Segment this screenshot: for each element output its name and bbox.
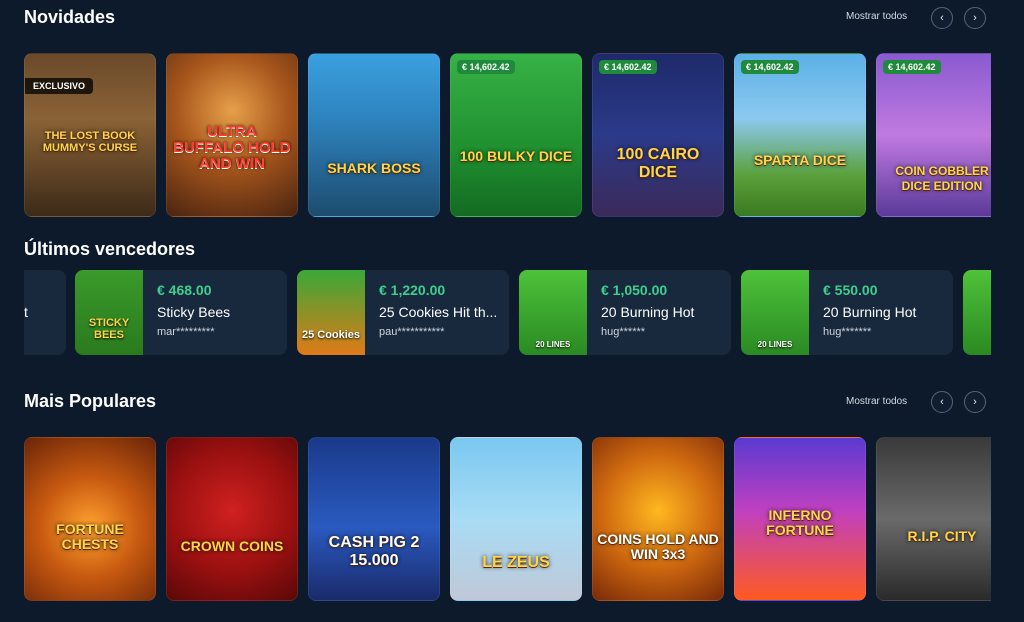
- game-card-inferno-fortune[interactable]: INFERNO FORTUNE: [734, 437, 866, 601]
- winner-amount: € 468.00: [157, 282, 212, 298]
- game-title: ULTRA BUFFALO HOLD AND WIN: [173, 123, 291, 172]
- winner-amount: € 1,220.00: [379, 282, 446, 298]
- section-title-new: Novidades: [24, 7, 116, 27]
- winner-username: hug******: [601, 326, 646, 338]
- game-title: 100 CAIRO DICE: [616, 146, 700, 181]
- winner-game-thumbnail[interactable]: 25 Cookies: [297, 270, 365, 355]
- game-title: COIN GOBBLER DICE EDITION: [895, 164, 989, 193]
- game-card-fortune-chests[interactable]: FORTUNE CHESTS: [24, 437, 156, 601]
- chevron-right-icon: ›: [973, 12, 977, 24]
- winner-amount: € 1,050.00: [601, 282, 668, 298]
- new-prev-button[interactable]: ‹: [931, 7, 953, 29]
- popular-games-row: FORTUNE CHESTS CROWN COINS CASH PIG 2 15…: [24, 437, 991, 601]
- game-card-cash-pig-2[interactable]: CASH PIG 2 15.000: [308, 437, 440, 601]
- winner-card[interactable]: 20 LINES € 1,050.00 20 Burning Hot hug**…: [519, 270, 731, 355]
- winners-row: t STICKY BEES € 468.00 Sticky Bees mar**…: [24, 270, 991, 355]
- jackpot-badge: € 14,602.42: [599, 60, 657, 74]
- winner-game: t: [24, 304, 28, 320]
- chevron-left-icon: ‹: [940, 12, 944, 24]
- winner-card[interactable]: 20 LINES € 550.00 20 Burning Hot hug****…: [741, 270, 953, 355]
- winner-game-thumbnail[interactable]: 20 LINES: [519, 270, 587, 355]
- game-card-ultra-buffalo[interactable]: ULTRA BUFFALO HOLD AND WIN: [166, 53, 298, 217]
- winner-username: hug*******: [823, 326, 872, 338]
- exclusive-badge: EXCLUSIVO: [25, 78, 94, 94]
- show-all-popular-link[interactable]: Mostrar todos: [846, 396, 907, 407]
- winner-game: Sticky Bees: [157, 304, 231, 320]
- game-card-lost-book[interactable]: EXCLUSIVO THE LOST BOOK MUMMY'S CURSE: [24, 53, 156, 217]
- thumbnail-label: 25 Cookies: [301, 329, 361, 341]
- game-card-coins[interactable]: COINS HOLD AND WIN 3x3: [592, 437, 724, 601]
- new-next-button[interactable]: ›: [964, 7, 986, 29]
- thumbnail-label: STICKY BEES: [88, 317, 130, 341]
- game-title: R.I.P. CITY: [907, 528, 977, 544]
- winner-game: 20 Burning Hot: [823, 304, 917, 320]
- popular-next-button[interactable]: ›: [964, 391, 986, 413]
- winner-game: 20 Burning Hot: [601, 304, 695, 320]
- jackpot-badge: € 14,602.42: [883, 60, 941, 74]
- game-title: SPARTA DICE: [753, 152, 847, 168]
- thumbnail-label: 20 LINES: [757, 340, 793, 349]
- chevron-left-icon: ‹: [940, 396, 944, 408]
- game-card-crown-coins[interactable]: CROWN COINS: [166, 437, 298, 601]
- game-card-sparta-dice[interactable]: € 14,602.42 SPARTA DICE: [734, 53, 866, 217]
- game-card-100-bulky-dice[interactable]: € 14,602.42 100 BULKY DICE: [450, 53, 582, 217]
- winner-game-thumbnail[interactable]: 20 LINES: [741, 270, 809, 355]
- game-card-rip-city[interactable]: R.I.P. CITY: [876, 437, 991, 601]
- game-card-cairo-dice[interactable]: € 14,602.42 100 CAIRO DICE: [592, 53, 724, 217]
- game-title: CROWN COINS: [180, 538, 284, 554]
- game-card-shark-boss[interactable]: SHARK BOSS: [308, 53, 440, 217]
- game-title: SHARK BOSS: [327, 160, 421, 176]
- chevron-right-icon: ›: [973, 396, 977, 408]
- thumbnail-label: 20 LINES: [535, 340, 571, 349]
- winner-card[interactable]: 25 Cookies € 1,220.00 25 Cookies Hit th.…: [297, 270, 509, 355]
- game-title: COINS HOLD AND WIN 3x3: [597, 531, 719, 562]
- winner-username: pau***********: [379, 326, 445, 338]
- game-title: CASH PIG 2 15.000: [328, 534, 420, 569]
- winner-username: mar*********: [157, 326, 215, 338]
- winner-card[interactable]: STICKY BEES € 468.00 Sticky Bees mar****…: [75, 270, 287, 355]
- game-title: 100 BULKY DICE: [459, 148, 573, 164]
- section-title-popular: Mais Populares: [24, 391, 157, 411]
- new-games-row: EXCLUSIVO THE LOST BOOK MUMMY'S CURSE UL…: [24, 53, 991, 217]
- show-all-new-link[interactable]: Mostrar todos: [846, 11, 907, 22]
- game-title: LE ZEUS: [482, 554, 550, 571]
- section-title-winners: Últimos vencedores: [24, 239, 196, 259]
- jackpot-badge: € 14,602.42: [457, 60, 515, 74]
- jackpot-badge: € 14,602.42: [741, 60, 799, 74]
- winner-game-thumbnail[interactable]: STICKY BEES: [75, 270, 143, 355]
- game-title: THE LOST BOOK MUMMY'S CURSE: [42, 130, 138, 154]
- winner-card-partial-right[interactable]: [963, 270, 991, 355]
- game-card-coin-gobbler[interactable]: € 14,602.42 COIN GOBBLER DICE EDITION: [876, 53, 991, 217]
- winner-game-thumbnail[interactable]: [963, 270, 991, 355]
- game-title: INFERNO FORTUNE: [766, 507, 834, 538]
- winner-card-partial-left[interactable]: t: [24, 270, 66, 355]
- popular-prev-button[interactable]: ‹: [931, 391, 953, 413]
- game-title: FORTUNE CHESTS: [56, 521, 124, 552]
- winner-game: 25 Cookies Hit th...: [379, 304, 498, 320]
- game-card-le-zeus[interactable]: LE ZEUS: [450, 437, 582, 601]
- winner-amount: € 550.00: [823, 282, 878, 298]
